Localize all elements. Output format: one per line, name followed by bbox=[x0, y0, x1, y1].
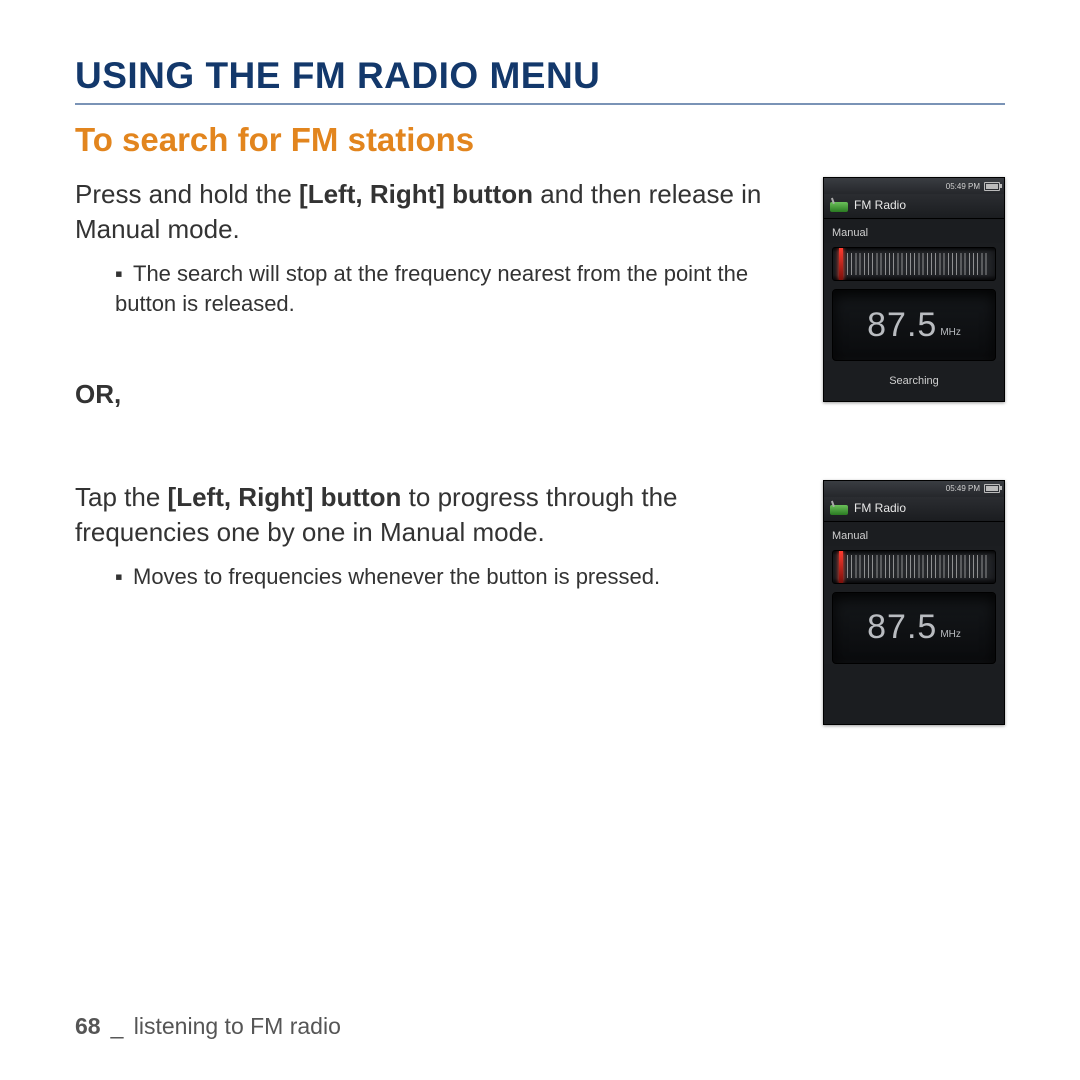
device-app-title: FM Radio bbox=[854, 501, 906, 515]
hold-bold: Left, Right] button bbox=[308, 179, 533, 209]
device-time: 05:49 PM bbox=[946, 484, 980, 493]
frequency-value: 87.5 bbox=[867, 306, 937, 345]
device-header: FM Radio bbox=[824, 194, 1004, 219]
footer-separator: _ bbox=[111, 1013, 124, 1039]
hold-bullet: ▪The search will stop at the frequency n… bbox=[115, 259, 783, 318]
frequency-unit: MHz bbox=[940, 327, 961, 338]
device-status bbox=[824, 664, 1004, 724]
device-mode: Manual bbox=[824, 522, 1004, 546]
hold-bold-prefix: [ bbox=[299, 179, 308, 209]
footer-text: listening to FM radio bbox=[134, 1013, 341, 1039]
radio-icon bbox=[830, 501, 848, 515]
tuning-dial bbox=[832, 247, 996, 281]
frequency-value: 87.5 bbox=[867, 608, 937, 647]
device-time: 05:49 PM bbox=[946, 182, 980, 191]
device-mode: Manual bbox=[824, 219, 1004, 243]
instruction-row-tap: Tap the [Left, Right] button to progress… bbox=[75, 480, 1005, 725]
frequency-unit: MHz bbox=[940, 629, 961, 640]
tap-bullet-text: Moves to frequencies whenever the button… bbox=[133, 564, 660, 589]
battery-icon bbox=[984, 182, 1000, 191]
bullet-icon: ▪ bbox=[115, 562, 133, 592]
radio-icon bbox=[830, 198, 848, 212]
dial-ticks-icon bbox=[847, 253, 989, 275]
dial-cursor-icon bbox=[839, 551, 843, 583]
device-statusbar: 05:49 PM bbox=[824, 178, 1004, 194]
device-header: FM Radio bbox=[824, 497, 1004, 522]
section-title: To search for FM stations bbox=[75, 121, 1005, 159]
page-title: USING THE FM RADIO MENU bbox=[75, 55, 1005, 105]
device-screenshot-manual: 05:49 PM FM Radio Manual 87.5 MHz bbox=[823, 480, 1005, 725]
dial-ticks-icon bbox=[847, 555, 989, 577]
instruction-row-hold: Press and hold the [Left, Right] button … bbox=[75, 177, 1005, 410]
battery-icon bbox=[984, 484, 1000, 493]
tap-instruction: Tap the [Left, Right] button to progress… bbox=[75, 480, 783, 550]
tap-bold-prefix: [ bbox=[168, 482, 177, 512]
hold-instruction: Press and hold the [Left, Right] button … bbox=[75, 177, 783, 247]
frequency-display: 87.5 MHz bbox=[832, 592, 996, 664]
dial-cursor-icon bbox=[839, 248, 843, 280]
bullet-icon: ▪ bbox=[115, 259, 133, 289]
page-footer: 68 _ listening to FM radio bbox=[75, 1013, 341, 1040]
footer-page-number: 68 bbox=[75, 1013, 101, 1039]
or-label: OR, bbox=[75, 379, 783, 410]
hold-pre: Press and hold the bbox=[75, 179, 299, 209]
device-app-title: FM Radio bbox=[854, 198, 906, 212]
device-screenshot-searching: 05:49 PM FM Radio Manual 87.5 MHz Search… bbox=[823, 177, 1005, 402]
device-status: Searching bbox=[824, 361, 1004, 401]
tap-bullet: ▪Moves to frequencies whenever the butto… bbox=[115, 562, 783, 592]
tap-pre: Tap the bbox=[75, 482, 168, 512]
hold-bullet-text: The search will stop at the frequency ne… bbox=[115, 261, 748, 316]
tap-bold: Left, Right] button bbox=[176, 482, 401, 512]
device-statusbar: 05:49 PM bbox=[824, 481, 1004, 497]
frequency-display: 87.5 MHz bbox=[832, 289, 996, 361]
tuning-dial bbox=[832, 550, 996, 584]
